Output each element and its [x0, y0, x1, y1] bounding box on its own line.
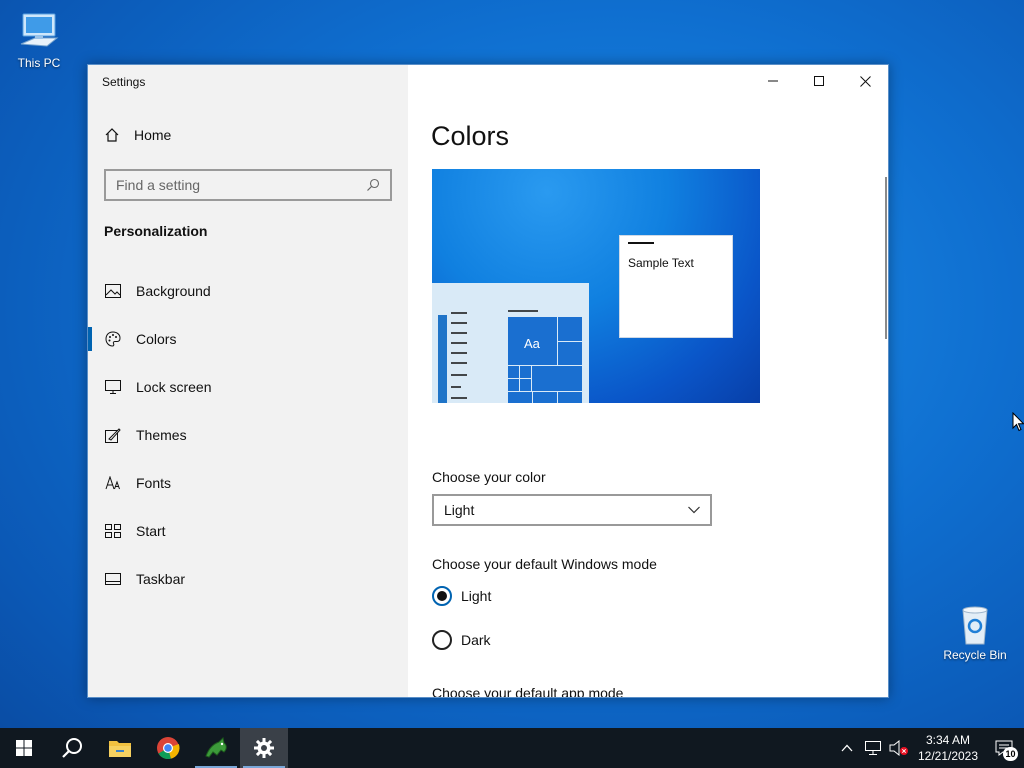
color-preview: Aa Sample Text [432, 169, 760, 403]
taskbar: 3:34 AM 12/21/2023 10 [0, 728, 1024, 768]
scrollbar-thumb[interactable] [885, 177, 887, 339]
choose-color-dropdown[interactable]: Light [432, 494, 712, 526]
folder-icon [109, 741, 131, 757]
sidebar-item-label: Fonts [136, 475, 172, 491]
brush-icon [104, 426, 122, 444]
sidebar-item-start[interactable]: Start [88, 507, 408, 555]
radio-windows-mode-dark[interactable]: Dark [432, 630, 491, 650]
font-icon [104, 474, 122, 492]
network-button[interactable] [860, 728, 886, 768]
app-mode-label: Choose your default app mode [432, 685, 624, 698]
sidebar-item-label: Taskbar [136, 571, 186, 587]
radio-label: Light [461, 588, 492, 604]
radio-label: Dark [461, 632, 491, 648]
home-icon [105, 128, 119, 142]
window-title: Settings [102, 75, 146, 89]
windows-logo-icon [16, 740, 32, 756]
network-icon [865, 741, 881, 755]
sidebar-item-themes[interactable]: Themes [88, 411, 408, 459]
section-heading: Personalization [104, 223, 208, 239]
clock-date: 12/21/2023 [917, 749, 979, 763]
sidebar-item-label: Home [134, 127, 172, 143]
preview-tile-text: Aa [524, 336, 540, 351]
recycle-bin-icon [962, 606, 988, 645]
sidebar: Settings Home Personalization Background [88, 65, 408, 697]
preview-start-menu: Aa [432, 283, 589, 403]
chrome-icon [157, 737, 180, 760]
radio-windows-mode-light[interactable]: Light [432, 586, 491, 606]
picture-icon [104, 282, 122, 300]
search-icon[interactable] [366, 178, 380, 192]
search-button[interactable] [48, 728, 96, 768]
computer-icon [20, 13, 59, 47]
sidebar-item-background[interactable]: Background [88, 267, 408, 315]
taskbar-chrome[interactable] [144, 728, 192, 768]
sidebar-item-colors[interactable]: Colors [88, 315, 408, 363]
sidebar-item-label: Start [136, 523, 166, 539]
notification-badge: 10 [1003, 747, 1018, 761]
preview-window: Sample Text [619, 235, 733, 338]
dragon-app-icon [205, 736, 227, 758]
volume-muted-icon [889, 740, 908, 756]
sidebar-item-label: Themes [136, 427, 187, 443]
choose-color-label: Choose your color [432, 469, 546, 485]
gear-icon [254, 738, 274, 758]
desktop-icon-label: This PC [17, 56, 61, 70]
palette-icon [104, 330, 122, 348]
desktop-icon-label: Recycle Bin [943, 648, 1007, 662]
sidebar-item-lock-screen[interactable]: Lock screen [88, 363, 408, 411]
page-title: Colors [431, 121, 510, 151]
sidebar-item-label: Lock screen [136, 379, 212, 395]
desktop-icon-recycle-bin[interactable]: Recycle Bin [938, 602, 1012, 662]
clock-time: 3:34 AM [925, 733, 971, 747]
monitor-icon [104, 378, 122, 396]
search-box[interactable] [104, 169, 392, 201]
preview-sample-text: Sample Text [628, 256, 694, 270]
taskbar-app-dragon[interactable] [192, 728, 240, 768]
clock[interactable]: 3:34 AM 12/21/2023 [912, 732, 984, 764]
taskbar-settings[interactable] [240, 728, 288, 768]
windows-mode-label: Choose your default Windows mode [432, 556, 657, 572]
chevron-down-icon [688, 506, 700, 514]
taskbar-file-explorer[interactable] [96, 728, 144, 768]
settings-window: Settings Home Personalization Background [87, 64, 889, 698]
action-center-button[interactable]: 10 [984, 728, 1024, 768]
desktop-icon-this-pc[interactable]: This PC [2, 10, 76, 70]
search-input[interactable] [116, 177, 366, 193]
sidebar-item-label: Colors [136, 331, 177, 347]
content-pane: Colors Aa Sample Text Choose your color … [408, 65, 888, 697]
show-hidden-icons-button[interactable] [834, 728, 860, 768]
sidebar-item-taskbar[interactable]: Taskbar [88, 555, 408, 603]
start-button[interactable] [0, 728, 48, 768]
radio-button[interactable] [432, 586, 452, 606]
mouse-cursor-icon [1012, 412, 1024, 432]
preview-start-menu-art [438, 310, 582, 403]
sidebar-item-fonts[interactable]: Fonts [88, 459, 408, 507]
taskbar-icon [104, 570, 122, 588]
start-grid-icon [104, 522, 122, 540]
sidebar-nav: Background Colors Lock screen Themes Fon… [88, 267, 408, 603]
volume-button[interactable] [886, 728, 912, 768]
sidebar-item-home[interactable]: Home [104, 127, 171, 143]
sidebar-item-label: Background [136, 283, 211, 299]
radio-button[interactable] [432, 630, 452, 650]
search-icon [62, 738, 82, 758]
system-tray: 3:34 AM 12/21/2023 10 [834, 728, 1024, 768]
chevron-up-icon [841, 744, 853, 752]
dropdown-value: Light [444, 502, 475, 518]
